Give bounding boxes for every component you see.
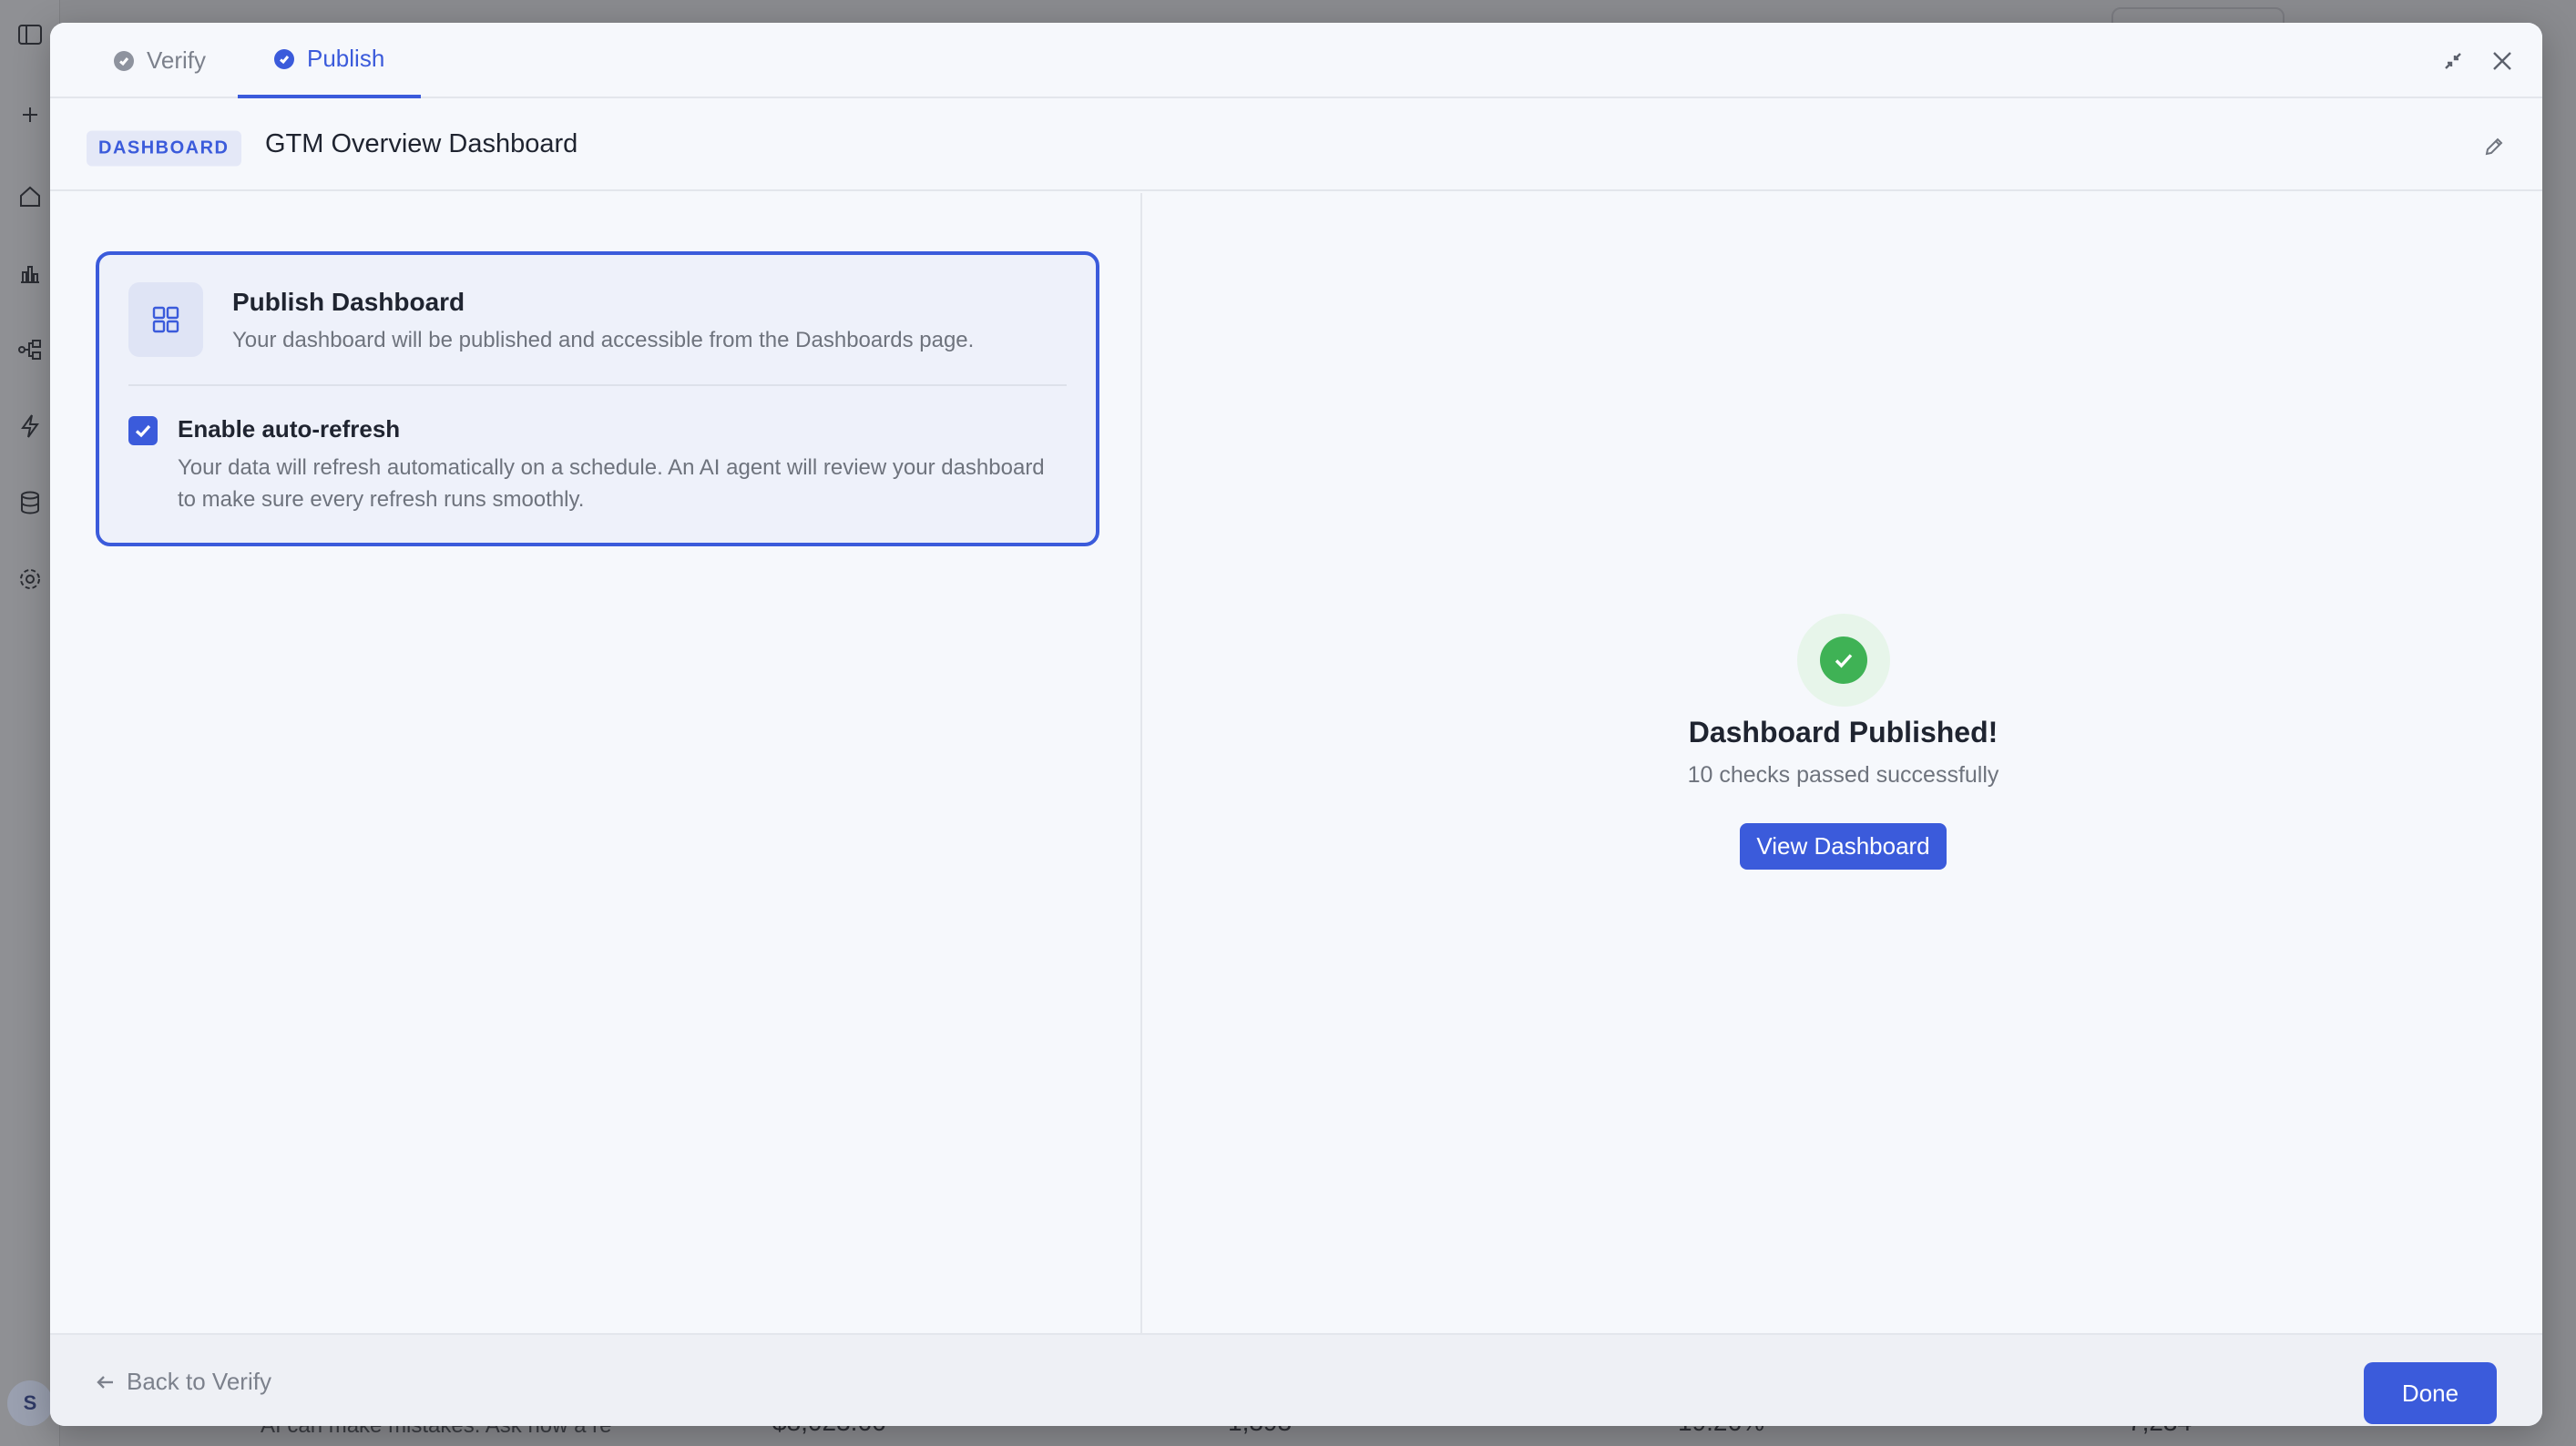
settings-icon[interactable] xyxy=(15,565,45,594)
database-icon[interactable] xyxy=(15,488,45,517)
avatar[interactable]: S xyxy=(7,1380,53,1426)
dashboard-title: GTM Overview Dashboard xyxy=(265,129,578,158)
check-circle-icon xyxy=(1819,636,1867,684)
type-badge: DASHBOARD xyxy=(87,130,241,167)
divider xyxy=(128,384,1067,386)
auto-refresh-description: Your data will refresh automatically on … xyxy=(178,455,1045,512)
publish-options-pane: Publish Dashboard Your dashboard will be… xyxy=(50,193,1142,1333)
tab-verify[interactable]: Verify xyxy=(77,23,242,98)
close-icon xyxy=(2493,52,2511,70)
dashboard-grid-icon xyxy=(128,282,203,357)
view-dashboard-button[interactable]: View Dashboard xyxy=(1740,823,1947,870)
check-circle-icon xyxy=(274,48,294,69)
success-subtitle: 10 checks passed successfully xyxy=(1687,762,1999,788)
pencil-icon xyxy=(2485,137,2503,156)
tab-label: Publish xyxy=(307,45,385,72)
minimize-button[interactable] xyxy=(2437,45,2469,77)
back-label: Back to Verify xyxy=(127,1368,271,1395)
done-button[interactable]: Done xyxy=(2364,1362,2497,1424)
success-state: Dashboard Published! 10 checks passed su… xyxy=(1144,614,2542,870)
arrow-left-icon xyxy=(97,1375,113,1389)
card-title: Publish Dashboard xyxy=(232,288,465,316)
plus-icon[interactable] xyxy=(15,100,45,129)
chart-icon[interactable] xyxy=(15,259,45,288)
success-title: Dashboard Published! xyxy=(1688,716,1998,748)
modal-footer: Back to Verify Done xyxy=(50,1333,2542,1426)
workflow-icon[interactable] xyxy=(15,335,45,364)
checkmark-icon xyxy=(135,424,151,438)
publish-modal: Verify Publish DASHBOARD GTM Overview Da… xyxy=(50,23,2542,1426)
close-button[interactable] xyxy=(2486,45,2519,77)
check-circle-icon xyxy=(114,50,134,71)
step-tabs: Verify Publish xyxy=(50,23,2542,98)
sidebar-toggle-icon[interactable] xyxy=(15,20,45,49)
success-badge xyxy=(1796,614,1890,707)
tab-publish[interactable]: Publish xyxy=(238,23,422,98)
collapse-icon xyxy=(2445,53,2461,69)
modal-header: DASHBOARD GTM Overview Dashboard xyxy=(50,100,2542,191)
auto-refresh-label[interactable]: Enable auto-refresh xyxy=(178,415,400,443)
back-to-verify-link[interactable]: Back to Verify xyxy=(96,1368,271,1396)
edit-title-button[interactable] xyxy=(2480,133,2508,160)
card-description: Your dashboard will be published and acc… xyxy=(232,328,975,352)
tab-label: Verify xyxy=(147,46,207,74)
lightning-icon[interactable] xyxy=(15,412,45,441)
publish-dashboard-card[interactable]: Publish Dashboard Your dashboard will be… xyxy=(96,251,1099,546)
publish-result-pane: Dashboard Published! 10 checks passed su… xyxy=(1144,193,2542,1333)
home-icon[interactable] xyxy=(15,182,45,211)
auto-refresh-checkbox[interactable] xyxy=(128,416,158,445)
